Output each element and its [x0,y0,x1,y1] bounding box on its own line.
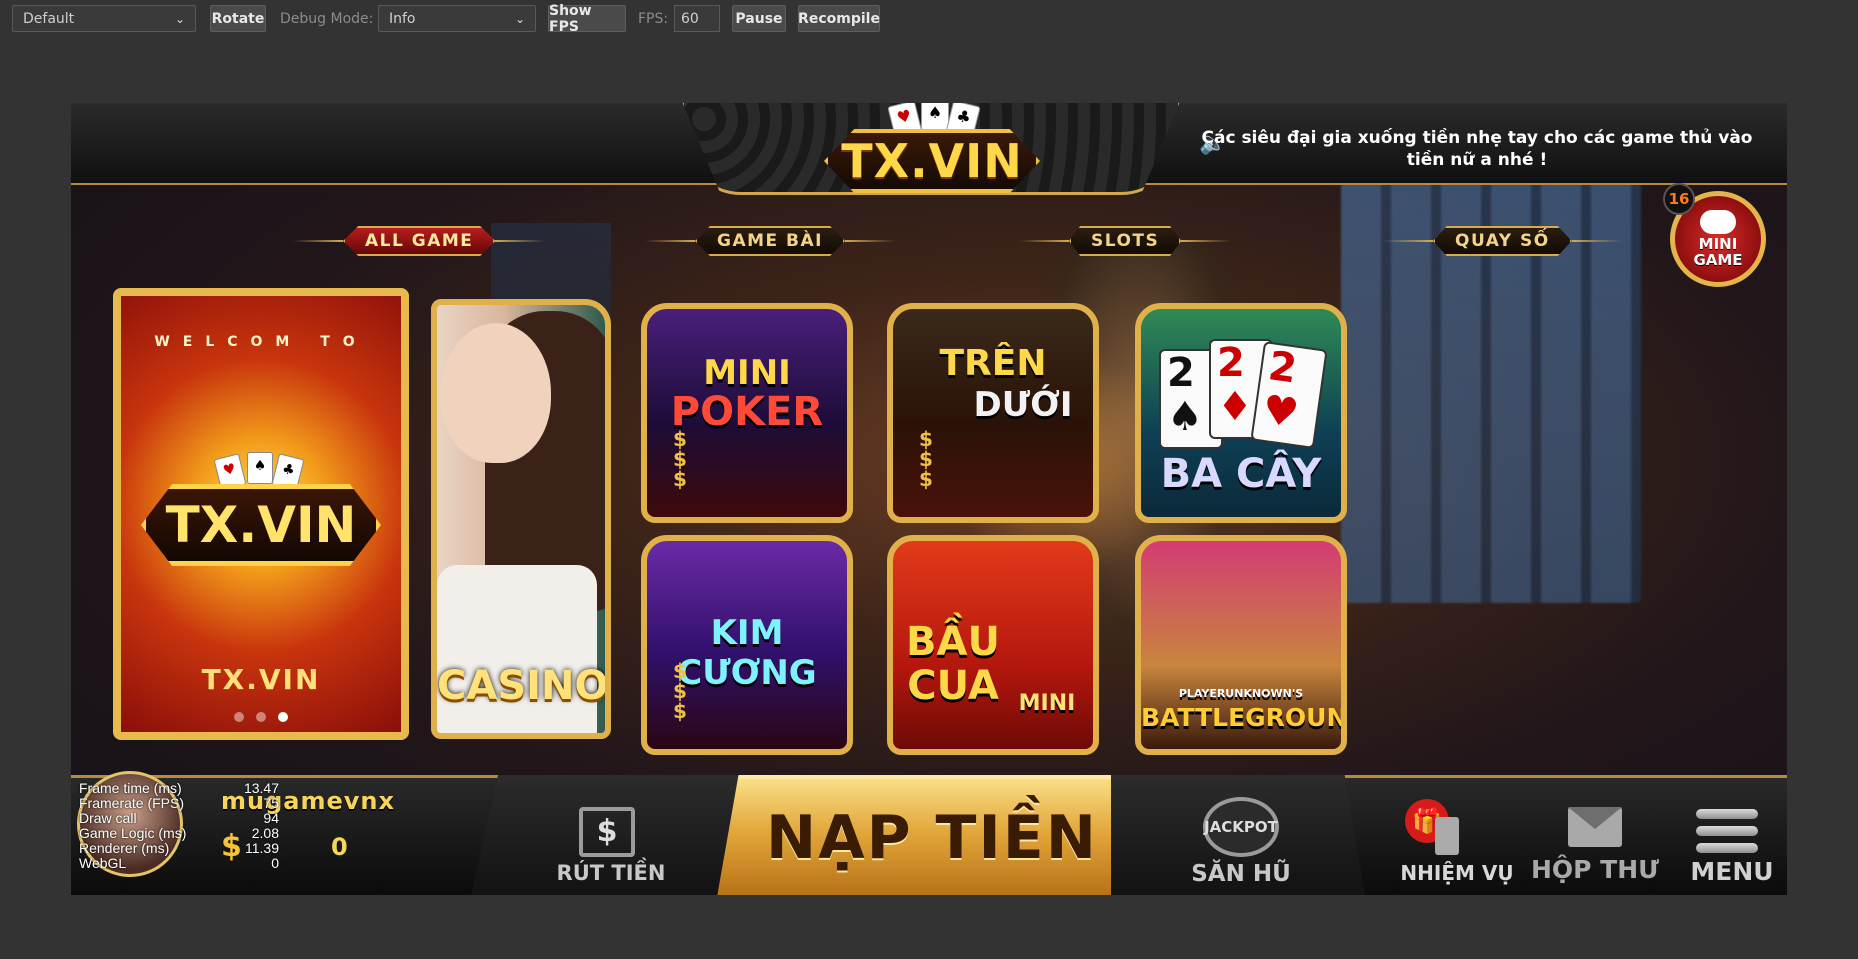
banner-bottom-text: TX.VIN [201,663,321,696]
carousel-dots [121,712,401,722]
game-title: MINI [1018,691,1076,716]
welcome-banner[interactable]: WELCOM TO ♥ ♠ ♣ TX.VIN TX.VIN [113,288,409,740]
cards-icon: ♥ ♠ ♣ [887,103,981,140]
banner-logo: TX.VIN [141,484,381,566]
game-title: TRÊN [939,343,1047,384]
stat-row: Framerate (FPS) 75 [79,795,279,811]
game-title: BẦU [906,619,1000,665]
game-title: BA CÂY [1160,451,1322,497]
mission-label[interactable]: NHIỆM VỤ [1387,861,1527,885]
game-canvas[interactable]: ♥ ♠ ♣ TX.VIN 🔈 Các siêu đại gia xuống ti… [71,103,1787,895]
fps-label: FPS: [638,10,669,27]
stat-row: Draw call 94 [79,810,279,826]
game-tile-tren-duoi[interactable]: TRÊN DƯỚI $ $ $ [887,303,1099,523]
game-title: MINI [703,353,791,393]
game-logo: TX.VIN [824,129,1040,193]
chevron-down-icon: ⌄ [174,11,185,26]
tab-all-game[interactable]: ALL GAME [293,223,546,259]
news-ticker: Các siêu đại gia xuống tiền nhẹ tay cho … [1201,128,1753,170]
debug-toolbar: Default ⌄ Rotate Debug Mode: Info ⌄ Show… [0,0,1858,40]
stat-row: Game Logic (ms) 2.08 [79,825,279,841]
model-dress [437,565,597,733]
tab-label: SLOTS [1069,226,1182,256]
recompile-button[interactable]: Recompile [798,5,880,32]
jackpot-label[interactable]: SĂN HŨ [1171,861,1311,887]
trophy-icon[interactable] [1435,817,1459,855]
jackpot-icon[interactable]: JACKPOT [1203,797,1279,857]
chevron-down-icon: ⌄ [514,11,525,26]
game-tile-battlegrounds[interactable]: PLAYERUNKNOWN'S BATTLEGROUNDS [1135,535,1347,755]
debug-stats: Frame time (ms) 13.47 Framerate (FPS) 75 D… [79,781,279,871]
withdraw-label[interactable]: RÚT TIỀN [541,861,681,885]
tab-label: ALL GAME [343,226,496,256]
deposit-button[interactable]: NẠP TIỀN [717,775,1147,895]
debug-mode-value: Info [389,10,416,27]
notification-badge: 16 [1663,183,1695,215]
rotate-button[interactable]: Rotate [210,5,266,32]
stat-row: Renderer (ms) 11.39 [79,840,279,856]
carousel-dot-active[interactable] [278,712,288,722]
casino-card[interactable]: CASINO [431,299,611,739]
welcome-text: WELCOM TO [154,334,368,350]
carousel-dot[interactable] [256,712,266,722]
stat-row: WebGL 0 [79,855,279,871]
deposit-label: NẠP TIỀN [766,803,1098,873]
model-face [441,323,551,463]
stat-row: Frame time (ms) 13.47 [79,780,279,796]
dollar-icons: $ $ $ [673,427,687,491]
game-title: DƯỚI [973,385,1073,425]
carousel-dot[interactable] [234,712,244,722]
game-tile-kim-cuong[interactable]: KIM CƯƠNG $ $ $ [641,535,853,755]
tab-label: GAME BÀI [695,226,845,256]
mail-icon[interactable] [1568,807,1622,847]
game-tile-bau-cua[interactable]: BẦU CUA MINI [887,535,1099,755]
mail-label[interactable]: HỘP THƯ [1525,855,1665,884]
game-subtitle: PLAYERUNKNOWN'S [1178,687,1304,700]
device-select-value: Default [23,10,75,27]
tab-game-bai[interactable]: GAME BÀI [645,223,895,259]
menu-label[interactable]: MENU [1677,857,1787,886]
pause-button[interactable]: Pause [732,5,786,32]
dollar-icons: $ $ $ [919,427,933,491]
tab-quay-so[interactable]: QUAY SỐ [1383,223,1622,259]
tab-slots[interactable]: SLOTS [1019,223,1232,259]
casino-label: CASINO [437,663,609,709]
balance-value: 0 [331,833,348,861]
show-fps-button[interactable]: Show FPS [548,3,626,35]
menu-icon[interactable] [1696,809,1758,853]
dollar-icons: $ $ $ [673,659,687,723]
mini-game-label: MINI GAME [1693,235,1743,269]
game-title: BATTLEGROUNDS [1141,703,1347,732]
device-select[interactable]: Default ⌄ [12,5,196,32]
withdraw-icon[interactable]: $ [579,807,635,857]
game-tile-ba-cay[interactable]: 2 ♠ 2 ♦ 2 ♥ BA CÂY [1135,303,1347,523]
game-tile-mini-poker[interactable]: MINI POKER $ $ $ [641,303,853,523]
gamepad-icon [1700,210,1736,234]
debug-mode-select[interactable]: Info ⌄ [378,5,536,32]
debug-mode-label: Debug Mode: [280,10,374,27]
fps-input[interactable]: 60 [674,5,720,32]
tab-label: QUAY SỐ [1433,226,1572,256]
